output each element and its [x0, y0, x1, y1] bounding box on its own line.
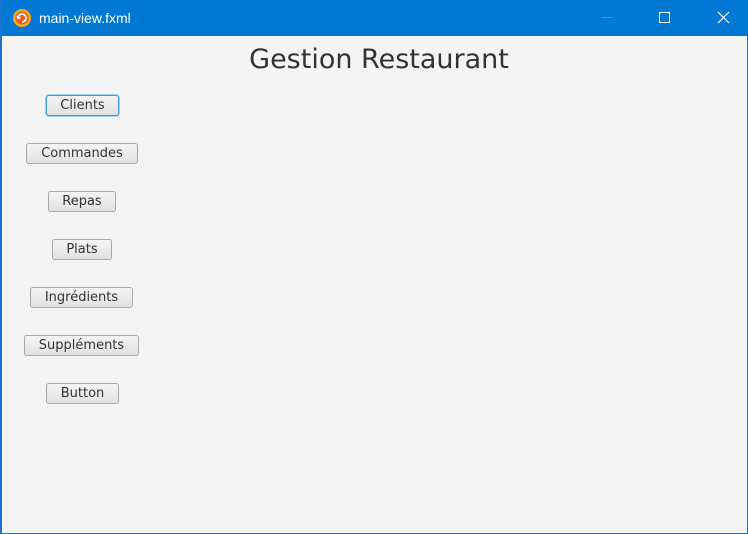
- minimize-icon: [601, 17, 612, 18]
- page-title: Gestion Restaurant: [2, 41, 748, 79]
- java-app-icon: [12, 8, 32, 28]
- app-window: main-view.fxml Gestion Restaurant Client…: [0, 0, 748, 534]
- minimize-button[interactable]: [583, 0, 629, 36]
- close-button[interactable]: [700, 0, 746, 36]
- page-title-text: Gestion Restaurant: [249, 44, 509, 75]
- supplements-button[interactable]: Suppléments: [24, 335, 139, 356]
- plats-button[interactable]: Plats: [52, 239, 112, 260]
- maximize-icon: [659, 12, 670, 23]
- title-bar[interactable]: main-view.fxml: [2, 0, 748, 36]
- close-icon: [717, 11, 730, 24]
- clients-button[interactable]: Clients: [46, 95, 119, 116]
- commandes-button[interactable]: Commandes: [26, 143, 138, 164]
- generic-button[interactable]: Button: [46, 383, 119, 404]
- window-title: main-view.fxml: [39, 10, 131, 26]
- maximize-button[interactable]: [641, 0, 687, 36]
- ingredients-button[interactable]: Ingrédients: [30, 287, 133, 308]
- repas-button[interactable]: Repas: [48, 191, 116, 212]
